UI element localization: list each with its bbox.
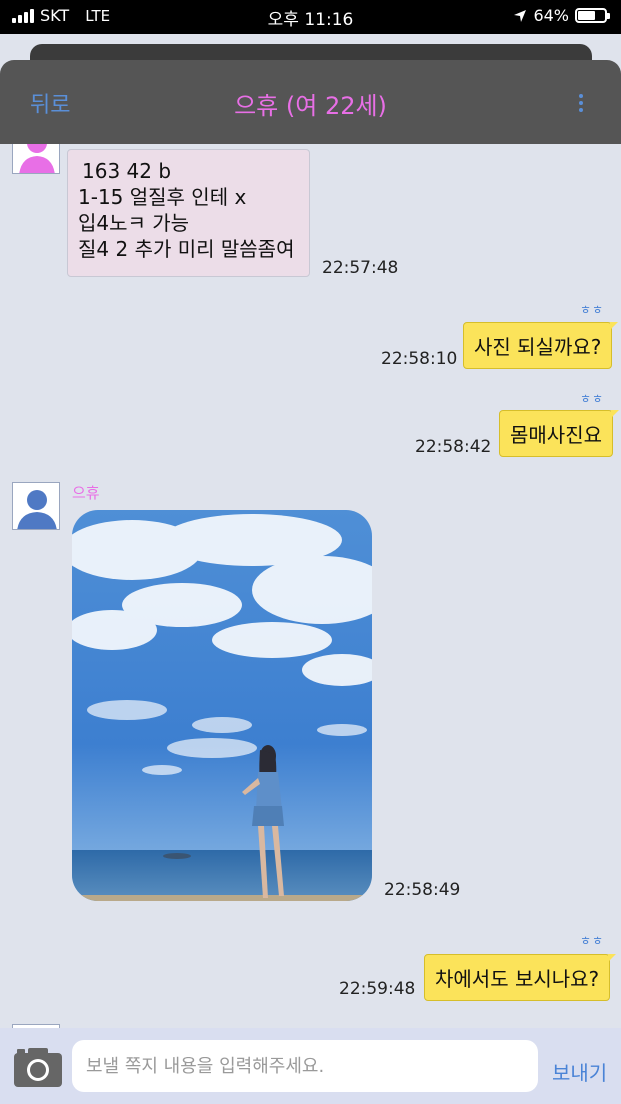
- message-time: 22:57:48: [322, 258, 399, 278]
- message-line: 163 42 b: [82, 159, 172, 183]
- page-title: 으휴 (여 22세): [234, 92, 387, 120]
- photo-message[interactable]: [72, 510, 372, 901]
- message-bubble-outgoing[interactable]: 사진 되실까요?: [463, 322, 619, 369]
- status-bar: SKT LTE 오후 11:16 64%: [0, 0, 621, 34]
- female-avatar-icon[interactable]: [12, 144, 60, 174]
- message-line: 입4노ㅋ 가능: [78, 211, 190, 235]
- message-line: 1-15 얼질후 인테 x: [78, 185, 247, 209]
- message-bubble-outgoing[interactable]: 차에서도 보시나요?: [424, 954, 617, 1001]
- message-time: 22:58:49: [384, 880, 461, 900]
- camera-icon[interactable]: [12, 1045, 64, 1089]
- sender-label: ㅎㅎ: [580, 934, 605, 948]
- more-vertical-icon[interactable]: [579, 94, 585, 112]
- message-time: 22:58:10: [381, 349, 458, 369]
- battery-icon: [575, 8, 610, 23]
- send-button[interactable]: 보내기: [552, 1057, 607, 1086]
- person-avatar-icon[interactable]: [12, 482, 60, 530]
- sender-name: 으휴: [72, 484, 100, 502]
- message-input-bar: 보내기: [0, 1028, 621, 1104]
- battery-percent: 64%: [533, 6, 569, 25]
- message-time: 22:58:42: [415, 437, 492, 457]
- sender-label: ㅎㅎ: [580, 392, 605, 406]
- message-bubble-outgoing[interactable]: 몸매사진요: [499, 410, 619, 457]
- message-list[interactable]: 163 42 b 1-15 얼질후 인테 x 입4노ㅋ 가능 질4 2 추가 미…: [0, 144, 621, 1028]
- location-arrow-icon: [514, 9, 527, 22]
- message-input[interactable]: [72, 1040, 538, 1092]
- message-line: 질4 2 추가 미리 말씀좀여: [78, 237, 295, 261]
- message-time: 22:59:48: [339, 979, 416, 999]
- chat-header: 뒤로 으휴 (여 22세): [0, 60, 621, 144]
- battery-fill: [578, 11, 595, 20]
- message-bubble-incoming[interactable]: 163 42 b 1-15 얼질후 인테 x 입4노ㅋ 가능 질4 2 추가 미…: [67, 149, 310, 277]
- sender-label: ㅎㅎ: [580, 303, 605, 317]
